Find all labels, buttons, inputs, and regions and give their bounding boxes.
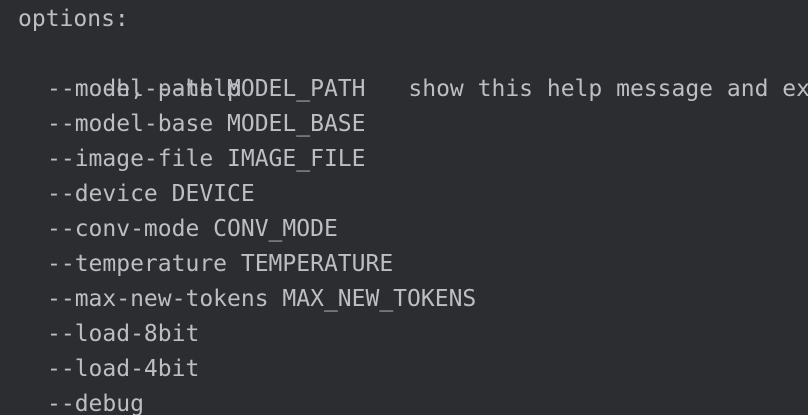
option-device: --device DEVICE [47,181,255,207]
option-temperature: --temperature TEMPERATURE [47,251,394,277]
option-model-base: --model-base MODEL_BASE [47,111,366,137]
help-option-description: show this help message and exit [408,76,808,102]
option-load-8bit: --load-8bit [47,321,200,347]
option-max-new-tokens: --max-new-tokens MAX_NEW_TOKENS [47,286,477,312]
option-conv-mode: --conv-mode CONV_MODE [47,216,338,242]
terminal-output[interactable]: options: -h, --help show this help messag… [0,0,808,415]
options-header: options: [18,6,129,32]
option-debug: --debug [47,391,144,415]
help-option-line: -h, --help show this help message and exi… [0,37,808,102]
option-load-4bit: --load-4bit [47,356,200,382]
option-image-file: --image-file IMAGE_FILE [47,146,366,172]
